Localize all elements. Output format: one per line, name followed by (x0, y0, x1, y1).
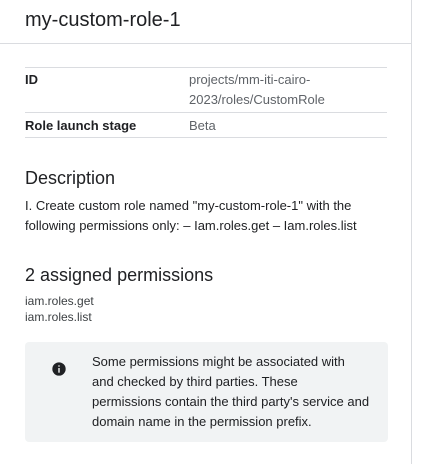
detail-row-launch-stage: Role launch stage Beta (25, 113, 387, 138)
list-item: iam.roles.list (25, 310, 92, 324)
description-text: I. Create custom role named "my-custom-r… (25, 198, 357, 233)
third-party-notice: Some permissions might be associated wit… (25, 342, 388, 442)
detail-value: Beta (189, 118, 216, 133)
list-item: iam.roles.get (25, 294, 94, 308)
page-title: my-custom-role-1 (25, 9, 181, 31)
info-icon (51, 361, 67, 377)
description-heading: Description (25, 168, 116, 188)
detail-key: Role launch stage (25, 118, 137, 133)
role-details-panel: my-custom-role-1 ID projects/mm-iti-cair… (0, 0, 412, 464)
panel-header: my-custom-role-1 (0, 0, 411, 44)
detail-value: projects/mm-iti-cairo-2023/roles/CustomR… (189, 72, 325, 107)
permissions-heading: 2 assigned permissions (25, 265, 214, 285)
permissions-list: iam.roles.get iam.roles.list (25, 293, 387, 325)
detail-row-id: ID projects/mm-iti-cairo-2023/roles/Cust… (25, 68, 387, 113)
panel-content: ID projects/mm-iti-cairo-2023/roles/Cust… (0, 67, 411, 442)
notice-text: Some permissions might be associated wit… (92, 354, 370, 429)
role-details-table: ID projects/mm-iti-cairo-2023/roles/Cust… (25, 67, 387, 138)
detail-key: ID (25, 72, 38, 87)
